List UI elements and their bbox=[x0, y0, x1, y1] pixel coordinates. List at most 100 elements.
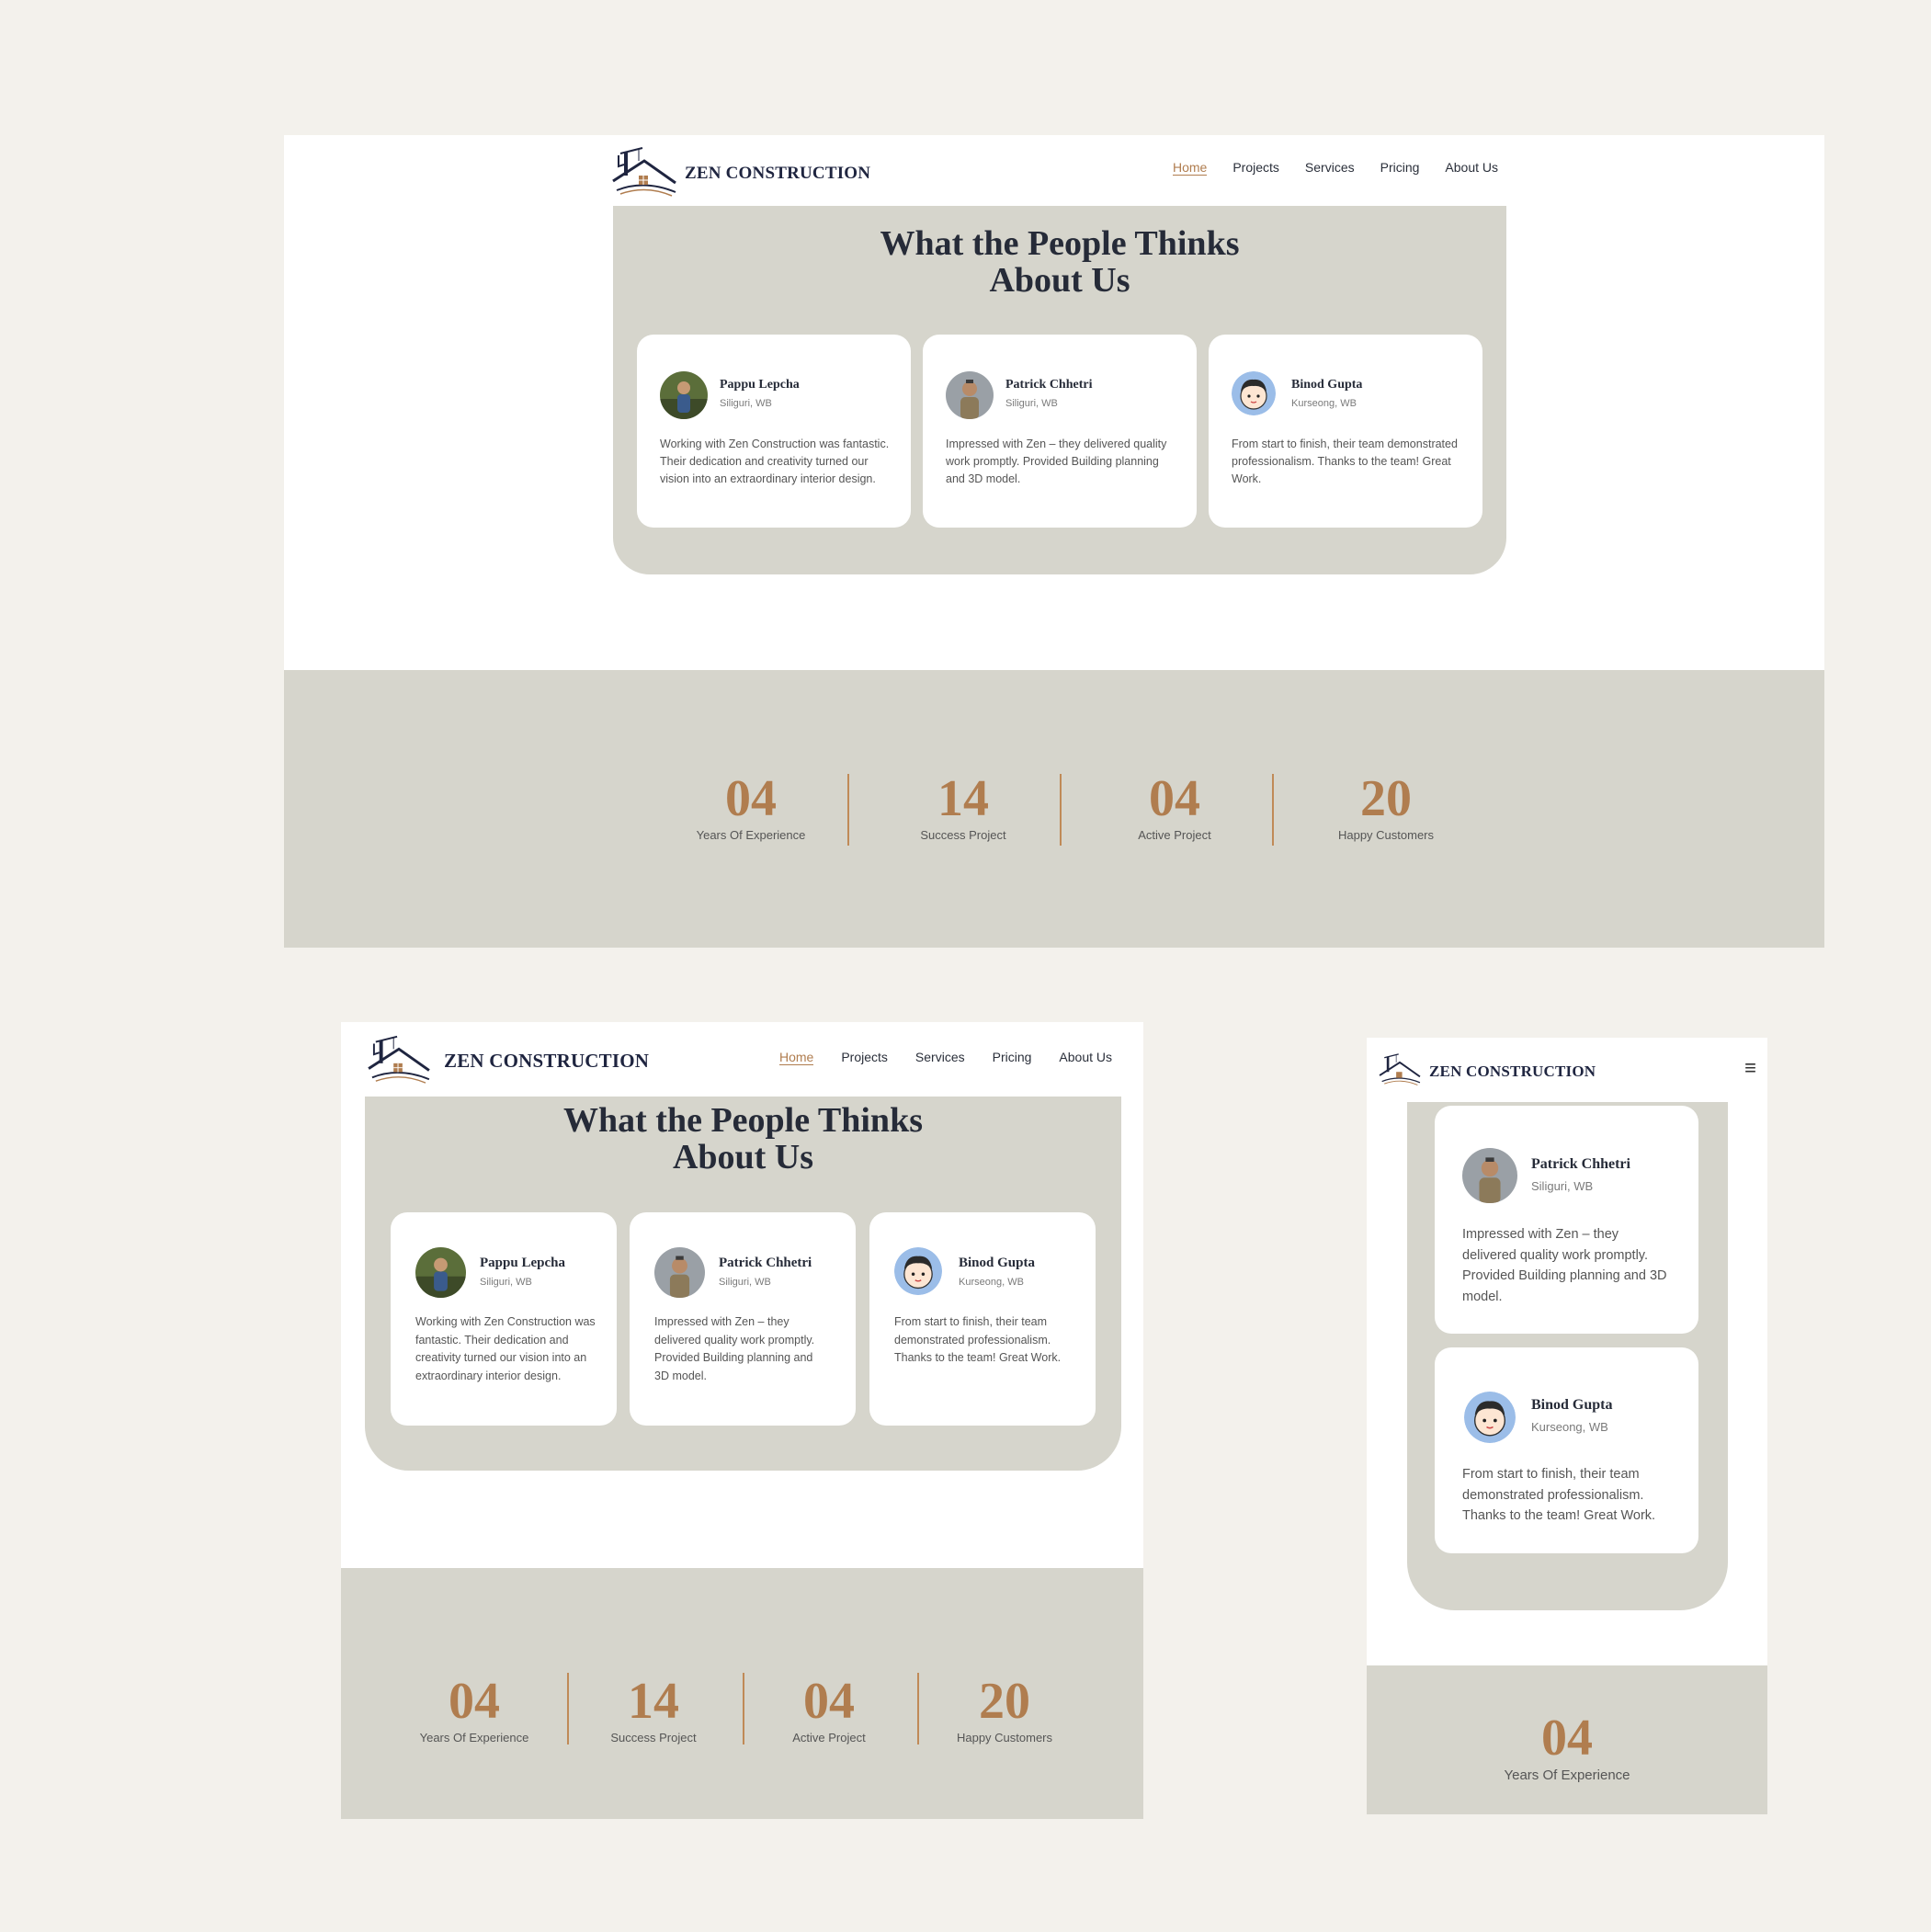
stat-label: Happy Customers bbox=[1337, 828, 1435, 842]
nav-pricing[interactable]: Pricing bbox=[1380, 160, 1420, 176]
title-line-2: About Us bbox=[989, 260, 1130, 300]
testimonial-card: Binod Gupta Kurseong, WB From start to f… bbox=[869, 1212, 1096, 1426]
cartoon-boy-avatar-icon bbox=[1464, 1392, 1516, 1443]
house-crane-logo-icon bbox=[611, 142, 677, 204]
review-text: Impressed with Zen – they delivered qual… bbox=[946, 438, 1167, 485]
stat-item: 04 Active Project bbox=[1101, 773, 1248, 842]
stat-divider bbox=[1060, 774, 1062, 846]
nav-projects[interactable]: Projects bbox=[841, 1050, 888, 1065]
testimonial-card: Pappu Lepcha Siliguri, WB Working with Z… bbox=[391, 1212, 617, 1426]
stat-value: 04 bbox=[1541, 1710, 1593, 1767]
title-line-1: What the People Thinks bbox=[563, 1101, 923, 1140]
reviewer-name: Patrick Chhetri bbox=[1531, 1156, 1630, 1172]
photo-avatar-outdoor-icon bbox=[415, 1247, 466, 1298]
testimonial-card: Pappu Lepcha Siliguri, WB Working with Z… bbox=[637, 335, 911, 528]
review-text: From start to finish, their team demonst… bbox=[1462, 1467, 1656, 1523]
stat-label: Success Project bbox=[920, 828, 1006, 842]
reviewer-location: Siliguri, WB bbox=[719, 1277, 771, 1288]
testimonials-title: What the People Thinks About Us bbox=[365, 1101, 1121, 1176]
stat-value: 14 bbox=[628, 1673, 679, 1730]
nav-services[interactable]: Services bbox=[915, 1050, 965, 1065]
logo[interactable]: ZEN CONSTRUCTION bbox=[611, 142, 870, 204]
testimonials-section: What the People Thinks About Us Pappu Le… bbox=[365, 1097, 1121, 1471]
stat-divider bbox=[1272, 774, 1274, 846]
review-text: From start to finish, their team demonst… bbox=[1232, 438, 1458, 485]
photo-avatar-outdoor-icon bbox=[660, 371, 708, 419]
stat-label: Years Of Experience bbox=[1504, 1767, 1630, 1783]
reviewer-location: Siliguri, WB bbox=[480, 1277, 532, 1288]
house-crane-logo-icon bbox=[363, 1031, 435, 1091]
title-line-1: What the People Thinks bbox=[880, 224, 1240, 263]
stat-value: 20 bbox=[1360, 770, 1412, 827]
testimonial-card: Patrick Chhetri Siliguri, WB Impressed w… bbox=[1435, 1106, 1698, 1334]
reviewer-name: Binod Gupta bbox=[959, 1256, 1035, 1270]
logo-text: ZEN CONSTRUCTION bbox=[444, 1050, 650, 1072]
stat-value: 04 bbox=[449, 1673, 500, 1730]
testimonials-section: What the People Thinks About Us Pappu Le… bbox=[613, 206, 1506, 574]
testimonials-section: Patrick Chhetri Siliguri, WB Impressed w… bbox=[1407, 1102, 1728, 1610]
stat-item: 04 Years Of Experience bbox=[410, 1676, 539, 1744]
testimonial-card: Binod Gupta Kurseong, WB From start to f… bbox=[1209, 335, 1482, 528]
stat-item: 14 Success Project bbox=[890, 773, 1037, 842]
reviewer-location: Siliguri, WB bbox=[720, 398, 772, 409]
nav-projects[interactable]: Projects bbox=[1232, 160, 1279, 176]
title-line-2: About Us bbox=[672, 1137, 814, 1176]
stat-label: Active Project bbox=[1138, 828, 1211, 842]
logo[interactable]: ZEN CONSTRUCTION bbox=[363, 1031, 649, 1091]
stat-item: 04 Years Of Experience bbox=[677, 773, 824, 842]
main-nav: Home Projects Services Pricing About Us bbox=[778, 1050, 1112, 1065]
stat-value: 20 bbox=[979, 1673, 1030, 1730]
stat-divider bbox=[917, 1673, 919, 1744]
stats-section: 04 Years Of Experience 14 Success Projec… bbox=[284, 670, 1824, 948]
stat-divider bbox=[847, 774, 849, 846]
review-text: Working with Zen Construction was fantas… bbox=[415, 1315, 596, 1382]
tablet-mockup: ZEN CONSTRUCTION Home Projects Services … bbox=[341, 1022, 1143, 1819]
testimonial-card: Binod Gupta Kurseong, WB From start to f… bbox=[1435, 1347, 1698, 1553]
reviewer-name: Pappu Lepcha bbox=[720, 378, 800, 392]
testimonial-card: Patrick Chhetri Siliguri, WB Impressed w… bbox=[630, 1212, 856, 1426]
photo-avatar-uniform-icon bbox=[946, 371, 994, 419]
reviewer-name: Pappu Lepcha bbox=[480, 1256, 565, 1270]
stat-divider bbox=[567, 1673, 569, 1744]
stat-item: 04 Years Of Experience bbox=[1475, 1712, 1659, 1783]
photo-avatar-uniform-icon bbox=[1462, 1148, 1517, 1203]
nav-pricing[interactable]: Pricing bbox=[993, 1050, 1032, 1065]
stat-value: 04 bbox=[725, 770, 777, 827]
reviewer-name: Binod Gupta bbox=[1531, 1397, 1613, 1413]
reviewer-location: Siliguri, WB bbox=[1531, 1179, 1594, 1193]
nav-about[interactable]: About Us bbox=[1445, 160, 1498, 176]
mobile-mockup: ZEN CONSTRUCTION ≡ Patrick Chhetri Silig… bbox=[1367, 1038, 1767, 1814]
desktop-mockup: ZEN CONSTRUCTION Home Projects Services … bbox=[284, 135, 1824, 948]
logo[interactable]: ZEN CONSTRUCTION bbox=[1378, 1051, 1596, 1092]
site-header: ZEN CONSTRUCTION ≡ bbox=[1367, 1038, 1767, 1102]
reviewer-location: Kurseong, WB bbox=[959, 1277, 1024, 1288]
testimonials-title: What the People Thinks About Us bbox=[613, 224, 1506, 300]
nav-home[interactable]: Home bbox=[778, 1050, 814, 1065]
reviewer-location: Kurseong, WB bbox=[1531, 1420, 1608, 1434]
hamburger-menu-icon[interactable]: ≡ bbox=[1744, 1058, 1756, 1078]
stat-item: 14 Success Project bbox=[589, 1676, 718, 1744]
nav-home[interactable]: Home bbox=[1172, 160, 1208, 176]
stat-label: Happy Customers bbox=[956, 1731, 1053, 1744]
reviewer-name: Patrick Chhetri bbox=[719, 1256, 812, 1270]
nav-services[interactable]: Services bbox=[1305, 160, 1355, 176]
stat-item: 20 Happy Customers bbox=[1312, 773, 1460, 842]
stat-item: 20 Happy Customers bbox=[940, 1676, 1069, 1744]
reviewer-name: Patrick Chhetri bbox=[1005, 378, 1093, 392]
stat-value: 14 bbox=[937, 770, 989, 827]
cartoon-boy-avatar-icon bbox=[894, 1247, 942, 1295]
stat-label: Active Project bbox=[792, 1731, 866, 1744]
logo-text: ZEN CONSTRUCTION bbox=[1429, 1062, 1596, 1080]
reviewer-location: Siliguri, WB bbox=[1005, 398, 1058, 409]
nav-about[interactable]: About Us bbox=[1059, 1050, 1112, 1065]
stats-section: 04 Years Of Experience 14 Success Projec… bbox=[341, 1568, 1143, 1819]
photo-avatar-uniform-icon bbox=[654, 1247, 705, 1298]
stat-value: 04 bbox=[1149, 770, 1200, 827]
review-text: From start to finish, their team demonst… bbox=[894, 1315, 1062, 1364]
house-crane-logo-icon bbox=[1378, 1051, 1422, 1092]
logo-text: ZEN CONSTRUCTION bbox=[685, 163, 871, 183]
reviewer-location: Kurseong, WB bbox=[1291, 398, 1357, 409]
stat-divider bbox=[743, 1673, 744, 1744]
review-text: Impressed with Zen – they delivered qual… bbox=[1462, 1227, 1667, 1304]
stat-value: 04 bbox=[803, 1673, 855, 1730]
